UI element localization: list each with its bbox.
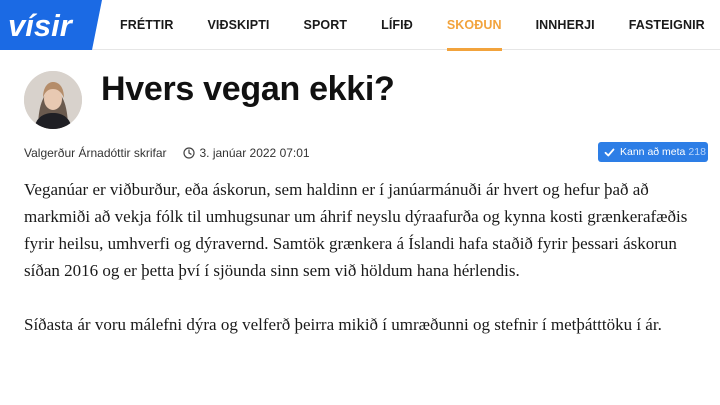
author-byline[interactable]: Valgerður Árnadóttir skrifar [24,146,167,160]
checkmark-icon [604,148,615,156]
top-navigation: vísir FRÉTTIR VIÐSKIPTI SPORT LÍFIÐ SKOÐ… [0,0,720,51]
logo-text: vísir [8,8,74,43]
main-nav: FRÉTTIR VIÐSKIPTI SPORT LÍFIÐ SKOÐUN INN… [103,0,720,51]
author-avatar[interactable] [24,71,82,129]
article-body: Veganúar er viðburður, eða áskorun, sem … [24,176,709,365]
visir-logo[interactable]: vísir [0,0,102,50]
paragraph: Veganúar er viðburður, eða áskorun, sem … [24,180,688,280]
nav-item-vidskipti[interactable]: VIÐSKIPTI [190,0,286,50]
appreciate-label: Kann að meta [620,146,686,158]
paragraph: Síðasta ár voru málefni dýra og velferð … [24,315,662,334]
nav-item-sport[interactable]: SPORT [287,0,365,50]
nav-item-lifid[interactable]: LÍFIÐ [364,0,430,50]
nav-item-skodun[interactable]: SKOÐUN [430,0,519,51]
appreciate-count: 218 [688,146,706,158]
nav-item-frettir[interactable]: FRÉTTIR [103,0,190,50]
nav-item-innherji[interactable]: INNHERJI [519,0,612,50]
nav-item-fasteignir[interactable]: FASTEIGNIR [612,0,720,50]
clock-icon [182,147,195,159]
publish-date: 3. janúar 2022 07:01 [199,146,310,160]
article-meta: Valgerður Árnadóttir skrifar 3. janúar 2… [24,146,310,160]
article-title: Hvers vegan ekki? [101,70,395,108]
appreciate-button[interactable]: Kann að meta 218 [598,142,708,162]
